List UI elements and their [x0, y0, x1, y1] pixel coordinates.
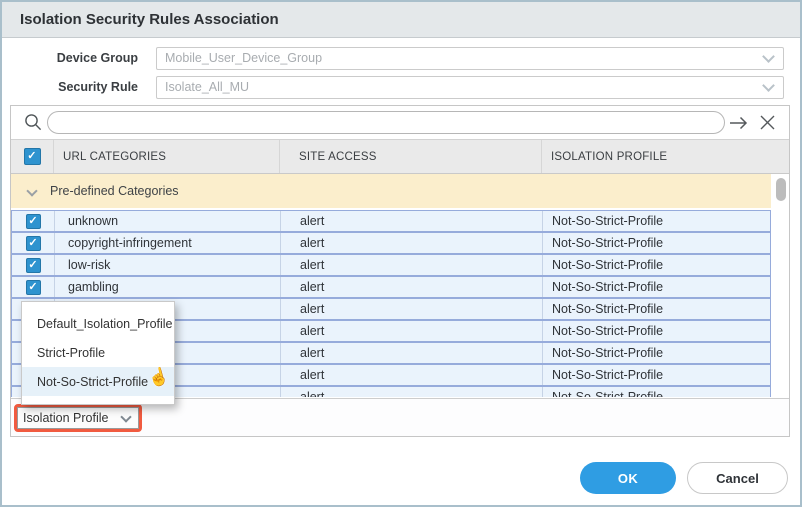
table-header-row: URL CATEGORIES SITE ACCESS ISOLATION PRO…	[11, 140, 789, 174]
isolation-profile-column-picker[interactable]: Isolation Profile	[17, 407, 139, 429]
column-header-isolation-profile[interactable]: ISOLATION PROFILE	[541, 140, 789, 173]
search-icon	[19, 113, 47, 132]
cell-isolation-profile[interactable]: Not-So-Strict-Profile	[542, 365, 770, 385]
row-checkbox[interactable]	[26, 236, 41, 251]
dialog-title-bar: Isolation Security Rules Association	[2, 2, 800, 38]
table-row[interactable]: unknown alert Not-So-Strict-Profile	[11, 210, 771, 232]
dialog-title: Isolation Security Rules Association	[20, 11, 279, 28]
row-checkbox[interactable]	[26, 214, 41, 229]
cell-isolation-profile[interactable]: Not-So-Strict-Profile	[542, 277, 770, 297]
row-checkbox[interactable]	[26, 280, 41, 295]
cell-url-category: gambling	[54, 277, 280, 297]
apply-filter-arrow-icon[interactable]	[725, 115, 753, 131]
cell-site-access: alert	[280, 255, 542, 275]
device-group-row: Device Group Mobile_User_Device_Group	[2, 46, 800, 70]
chevron-down-icon	[762, 79, 775, 92]
cell-site-access: alert	[280, 233, 542, 253]
cell-site-access: alert	[280, 365, 542, 385]
table-row[interactable]: copyright-infringement alert Not-So-Stri…	[11, 232, 771, 254]
column-header-url-categories[interactable]: URL CATEGORIES	[53, 140, 279, 173]
isolation-profile-dropdown-menu: Default_Isolation_Profile Strict-Profile…	[21, 301, 175, 405]
group-row-label: Pre-defined Categories	[50, 184, 179, 198]
group-row-predefined-categories[interactable]: Pre-defined Categories	[11, 174, 771, 208]
cell-isolation-profile[interactable]: Not-So-Strict-Profile	[542, 255, 770, 275]
device-group-select[interactable]: Mobile_User_Device_Group	[156, 47, 784, 70]
chevron-down-icon	[121, 411, 132, 422]
isolation-rules-dialog: Isolation Security Rules Association Dev…	[0, 0, 802, 507]
column-header-site-access[interactable]: SITE ACCESS	[279, 140, 541, 173]
cell-url-category: low-risk	[54, 255, 280, 275]
cell-isolation-profile[interactable]: Not-So-Strict-Profile	[542, 343, 770, 363]
cell-isolation-profile[interactable]: Not-So-Strict-Profile	[542, 321, 770, 341]
device-group-value: Mobile_User_Device_Group	[165, 51, 322, 65]
highlight-callout-border: Isolation Profile	[14, 404, 142, 432]
column-picker-label: Isolation Profile	[23, 411, 108, 425]
table-row[interactable]: low-risk alert Not-So-Strict-Profile	[11, 254, 771, 276]
cell-isolation-profile[interactable]: Not-So-Strict-Profile	[542, 211, 770, 231]
cell-isolation-profile[interactable]: Not-So-Strict-Profile	[542, 387, 770, 397]
cell-site-access: alert	[280, 277, 542, 297]
cell-isolation-profile[interactable]: Not-So-Strict-Profile	[542, 299, 770, 319]
collapse-chevron-icon[interactable]	[26, 185, 37, 196]
security-rule-value: Isolate_All_MU	[165, 80, 249, 94]
cell-site-access: alert	[280, 387, 542, 397]
security-rule-label: Security Rule	[2, 80, 148, 94]
cell-site-access: alert	[280, 211, 542, 231]
menu-item-strict-profile[interactable]: Strict-Profile	[22, 338, 174, 367]
cell-site-access: alert	[280, 299, 542, 319]
security-rule-select[interactable]: Isolate_All_MU	[156, 76, 784, 99]
cancel-button[interactable]: Cancel	[687, 462, 788, 494]
chevron-down-icon	[762, 50, 775, 63]
table-row[interactable]: gambling alert Not-So-Strict-Profile	[11, 276, 771, 298]
search-input[interactable]	[47, 111, 725, 134]
device-group-label: Device Group	[2, 51, 148, 65]
cell-site-access: alert	[280, 321, 542, 341]
search-bar	[11, 106, 789, 140]
cell-url-category: copyright-infringement	[54, 233, 280, 253]
cell-site-access: alert	[280, 343, 542, 363]
select-all-checkbox[interactable]	[24, 148, 41, 165]
clear-filter-icon[interactable]	[753, 114, 781, 131]
ok-button[interactable]: OK	[580, 462, 676, 494]
cell-isolation-profile[interactable]: Not-So-Strict-Profile	[542, 233, 770, 253]
cell-url-category: unknown	[54, 211, 280, 231]
security-rule-row: Security Rule Isolate_All_MU	[2, 75, 800, 99]
row-checkbox[interactable]	[26, 258, 41, 273]
menu-item-default-isolation-profile[interactable]: Default_Isolation_Profile	[22, 309, 174, 338]
vertical-scrollbar-thumb[interactable]	[776, 178, 786, 201]
